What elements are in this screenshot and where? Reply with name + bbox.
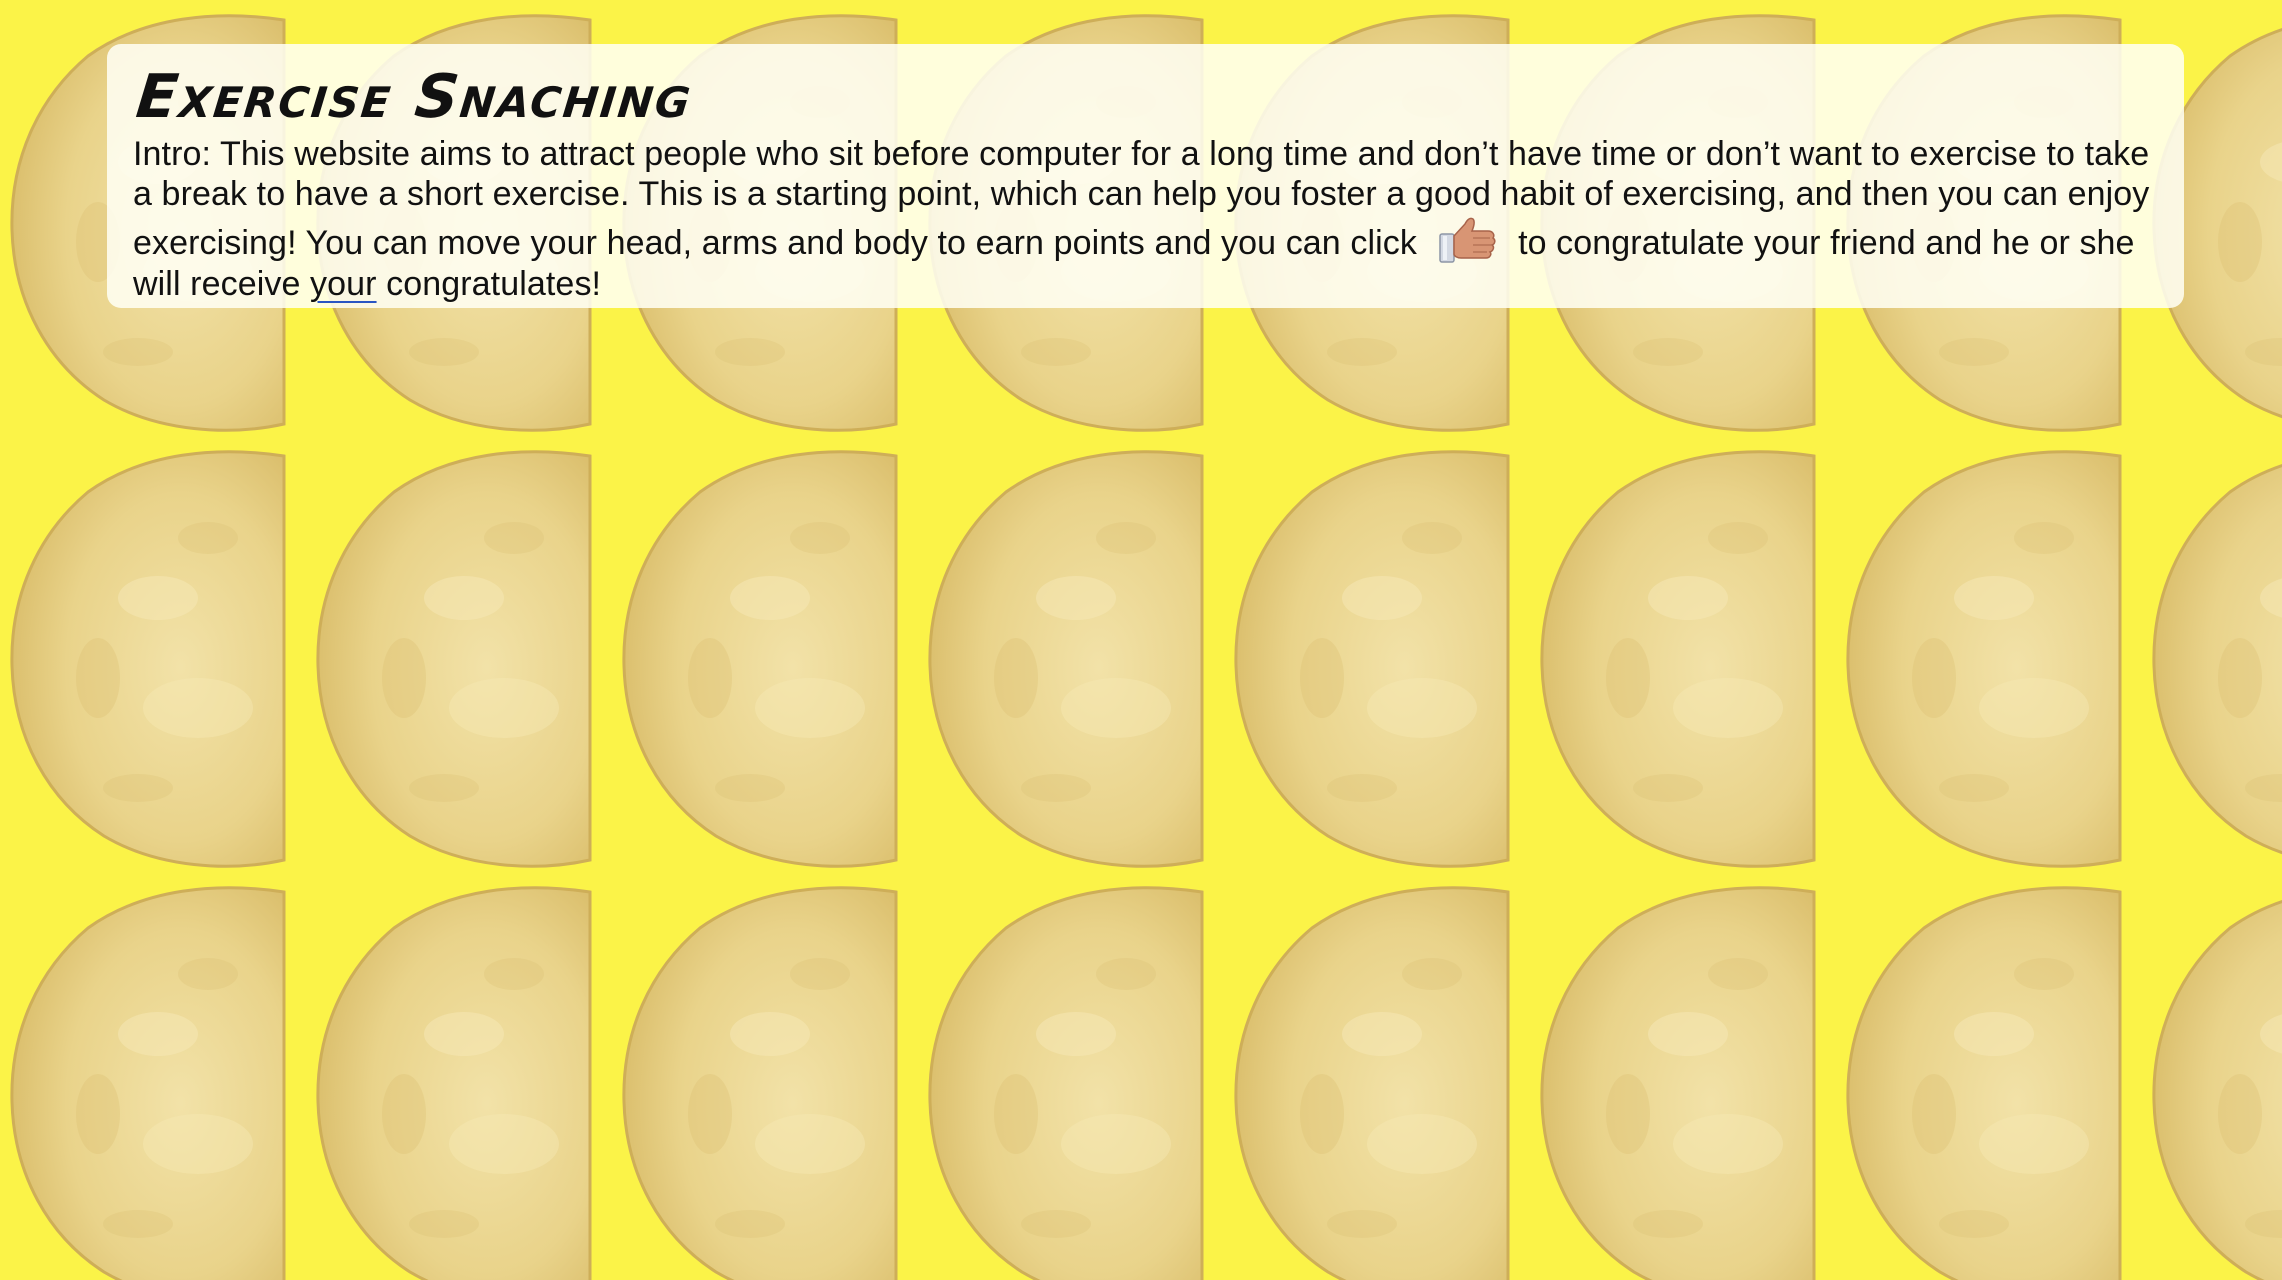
potato-chip-image: [2152, 464, 2282, 855]
thumbs-up-button[interactable]: [1437, 214, 1499, 264]
potato-chip-image: [2152, 900, 2282, 1280]
potato-chip-image: [1540, 886, 1816, 1280]
potato-chip-image: [316, 886, 592, 1280]
potato-chip-image: [1234, 450, 1510, 868]
potato-chip-image: [928, 886, 1204, 1280]
potato-chip-image: [10, 450, 286, 868]
intro-text-part3: congratulates!: [386, 265, 602, 303]
thumbs-up-icon: [1438, 217, 1496, 263]
intro-paragraph: Intro: This website aims to attract peop…: [133, 134, 2158, 304]
potato-chip-image: [622, 886, 898, 1280]
potato-chip-image: [1234, 886, 1510, 1280]
potato-chip-image: [1540, 450, 1816, 868]
potato-chip-image: [1846, 886, 2122, 1280]
site-title: Exercise Snaching: [133, 62, 696, 132]
potato-chip-image: [316, 450, 592, 868]
potato-chip-image: [928, 450, 1204, 868]
potato-chip-image: [622, 450, 898, 868]
underlined-your: your: [310, 265, 377, 303]
potato-chip-image: [1846, 450, 2122, 868]
potato-chip-image: [10, 886, 286, 1280]
intro-card: Exercise Snaching Intro: This website ai…: [107, 44, 2184, 308]
